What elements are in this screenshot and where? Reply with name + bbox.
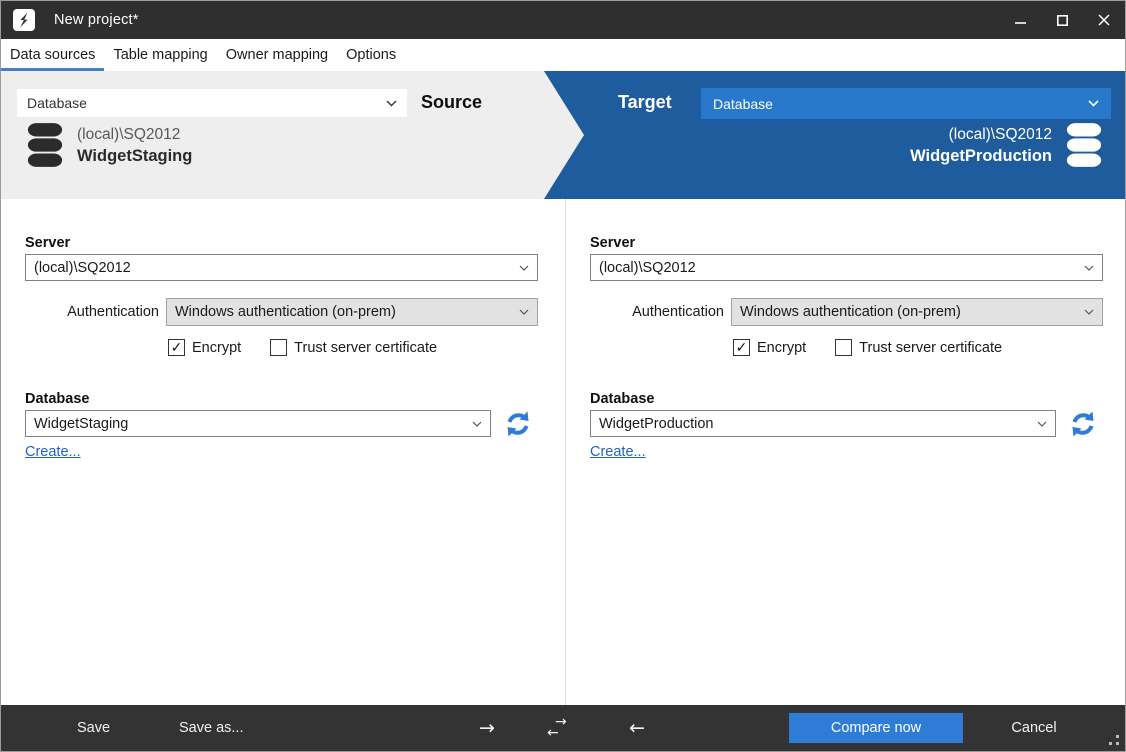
checkbox-box[interactable] (270, 339, 287, 356)
target-authentication-dropdown[interactable]: Windows authentication (on-prem) (731, 298, 1103, 326)
source-server-dropdown[interactable]: (local)\SQ2012 (25, 254, 538, 281)
source-server-name: (local)\SQ2012 (77, 124, 192, 145)
chevron-down-icon (519, 265, 529, 271)
encrypt-label: Encrypt (192, 340, 241, 356)
authentication-row: Authentication Windows authentication (o… (25, 298, 538, 326)
authentication-row: Authentication Windows authentication (o… (590, 298, 1103, 326)
target-authentication-value: Windows authentication (on-prem) (740, 304, 961, 320)
database-row: WidgetProduction (590, 410, 1126, 437)
source-server-value: (local)\SQ2012 (34, 260, 131, 276)
chevron-down-icon (472, 421, 482, 427)
database-row: WidgetStaging (25, 410, 564, 437)
window-controls (999, 1, 1125, 39)
authentication-label: Authentication (590, 304, 731, 320)
server-label: Server (25, 235, 564, 251)
trust-server-certificate-checkbox[interactable]: Trust server certificate (835, 339, 1002, 356)
chevron-down-icon (1084, 309, 1094, 315)
connection-forms: Server (local)\SQ2012 Authentication Win… (1, 199, 1125, 707)
source-authentication-value: Windows authentication (on-prem) (175, 304, 396, 320)
tab-bar: Data sources Table mapping Owner mapping… (1, 39, 1125, 71)
checkbox-box[interactable] (168, 339, 185, 356)
target-database-summary: (local)\SQ2012 WidgetProduction (910, 122, 1103, 168)
tab-options[interactable]: Options (337, 39, 405, 71)
minimize-button[interactable] (999, 1, 1041, 39)
encryption-options-row: Encrypt Trust server certificate (168, 339, 564, 356)
source-target-banner: Database Source (local)\SQ2012 WidgetSta… (1, 71, 1125, 199)
source-panel-label: Source (421, 92, 482, 113)
server-label: Server (590, 235, 1126, 251)
tab-owner-mapping[interactable]: Owner mapping (217, 39, 337, 71)
maximize-button[interactable] (1041, 1, 1083, 39)
footer-toolbar: Save Save as... → → ← ← Compare now Canc… (1, 705, 1125, 751)
database-label: Database (25, 391, 564, 407)
trust-server-certificate-checkbox[interactable]: Trust server certificate (270, 339, 437, 356)
swap-bottom-arrow: ← (547, 728, 559, 739)
save-as-button[interactable]: Save as... (179, 720, 243, 736)
source-database-dropdown[interactable]: WidgetStaging (25, 410, 491, 437)
swap-source-target-icon[interactable]: → ← (547, 717, 567, 739)
trust-server-certificate-label: Trust server certificate (859, 340, 1002, 356)
source-database-name: WidgetStaging (77, 145, 192, 167)
source-database-value: WidgetStaging (34, 416, 128, 432)
trust-server-certificate-label: Trust server certificate (294, 340, 437, 356)
chevron-down-icon (386, 100, 397, 107)
chevron-down-icon (1084, 265, 1094, 271)
database-icon (26, 122, 64, 168)
resize-grip[interactable] (1109, 735, 1119, 745)
copy-to-target-arrow-icon[interactable]: → (479, 717, 495, 739)
encrypt-label: Encrypt (757, 340, 806, 356)
encryption-options-row: Encrypt Trust server certificate (733, 339, 1126, 356)
target-database-value: WidgetProduction (599, 416, 713, 432)
target-create-database-link[interactable]: Create... (590, 444, 646, 460)
chevron-down-icon (519, 309, 529, 315)
save-button[interactable]: Save (77, 720, 110, 736)
target-connection-panel: Server (local)\SQ2012 Authentication Win… (565, 199, 1126, 707)
target-server-name: (local)\SQ2012 (910, 124, 1052, 145)
target-server-value: (local)\SQ2012 (599, 260, 696, 276)
target-database-name: WidgetProduction (910, 145, 1052, 167)
checkbox-box[interactable] (733, 339, 750, 356)
cancel-button[interactable]: Cancel (1003, 720, 1065, 736)
app-window: New project* Data sources Table mapping … (0, 0, 1126, 752)
refresh-icon[interactable] (1070, 411, 1096, 437)
encrypt-checkbox[interactable]: Encrypt (733, 339, 806, 356)
window-title: New project* (54, 12, 139, 28)
source-type-value: Database (27, 95, 87, 111)
target-type-value: Database (713, 96, 773, 112)
chevron-down-icon (1088, 100, 1099, 107)
target-database-dropdown[interactable]: WidgetProduction (590, 410, 1056, 437)
database-label: Database (590, 391, 1126, 407)
copy-to-source-arrow-icon[interactable]: ← (629, 717, 645, 739)
refresh-icon[interactable] (505, 411, 531, 437)
app-icon (13, 9, 35, 31)
source-authentication-dropdown[interactable]: Windows authentication (on-prem) (166, 298, 538, 326)
source-type-dropdown[interactable]: Database (17, 89, 407, 117)
source-database-summary: (local)\SQ2012 WidgetStaging (26, 122, 192, 168)
target-type-dropdown[interactable]: Database (701, 88, 1111, 119)
tab-table-mapping[interactable]: Table mapping (104, 39, 216, 71)
chevron-down-icon (1037, 421, 1047, 427)
authentication-label: Authentication (25, 304, 166, 320)
title-bar: New project* (1, 1, 1125, 39)
checkbox-box[interactable] (835, 339, 852, 356)
source-create-database-link[interactable]: Create... (25, 444, 81, 460)
encrypt-checkbox[interactable]: Encrypt (168, 339, 241, 356)
close-button[interactable] (1083, 1, 1125, 39)
target-server-dropdown[interactable]: (local)\SQ2012 (590, 254, 1103, 281)
compare-now-button[interactable]: Compare now (789, 713, 963, 743)
source-connection-panel: Server (local)\SQ2012 Authentication Win… (1, 199, 564, 707)
database-icon (1065, 122, 1103, 168)
tab-data-sources[interactable]: Data sources (1, 39, 104, 71)
target-panel-label: Target (618, 92, 672, 113)
